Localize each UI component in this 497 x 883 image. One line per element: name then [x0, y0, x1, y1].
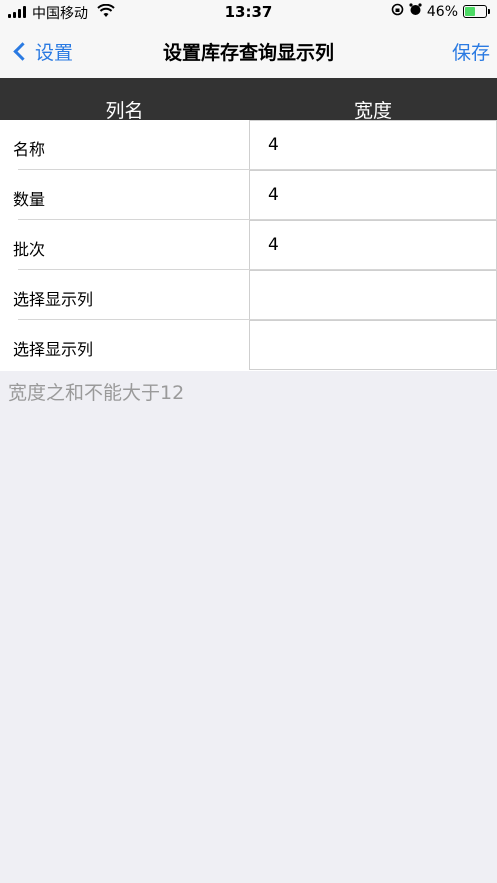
row-name: 数量	[13, 190, 46, 209]
status-bar: 中国移动 13:37 46%	[0, 0, 497, 24]
width-input[interactable]: 4	[249, 220, 497, 270]
width-input[interactable]: 4	[249, 170, 497, 220]
table-row: 选择显示列	[0, 270, 497, 320]
table-row: 数量 4	[0, 170, 497, 220]
table-header: 列名 宽度	[0, 78, 497, 122]
width-input[interactable]	[249, 270, 497, 320]
table-row: 批次 4	[0, 220, 497, 270]
save-button[interactable]: 保存	[452, 38, 490, 65]
navigation-bar: 设置 设置库存查询显示列 保存	[0, 24, 497, 78]
width-input[interactable]: 4	[249, 120, 497, 170]
width-value: 4	[268, 235, 279, 255]
width-input[interactable]	[249, 320, 497, 370]
battery-percent: 46%	[426, 3, 458, 20]
select-column-picker[interactable]: 选择显示列	[13, 286, 93, 310]
table-row: 名称 4	[0, 120, 497, 170]
rotation-lock-icon	[391, 3, 404, 20]
width-hint: 宽度之和不能大于12	[8, 382, 185, 404]
column-header-name: 列名	[105, 100, 144, 122]
width-value: 4	[268, 185, 279, 205]
table-row: 选择显示列	[0, 320, 497, 371]
page-title: 设置库存查询显示列	[162, 42, 334, 64]
row-name: 批次	[13, 240, 46, 259]
select-column-picker[interactable]: 选择显示列	[13, 336, 93, 360]
battery-icon	[463, 5, 490, 18]
column-header-width: 宽度	[353, 100, 392, 122]
alarm-icon	[409, 3, 422, 20]
width-value: 4	[268, 135, 279, 155]
column-table: 名称 4 数量 4 批次 4 选择显示列 选择显示列	[0, 120, 497, 371]
row-name: 名称	[13, 140, 46, 159]
